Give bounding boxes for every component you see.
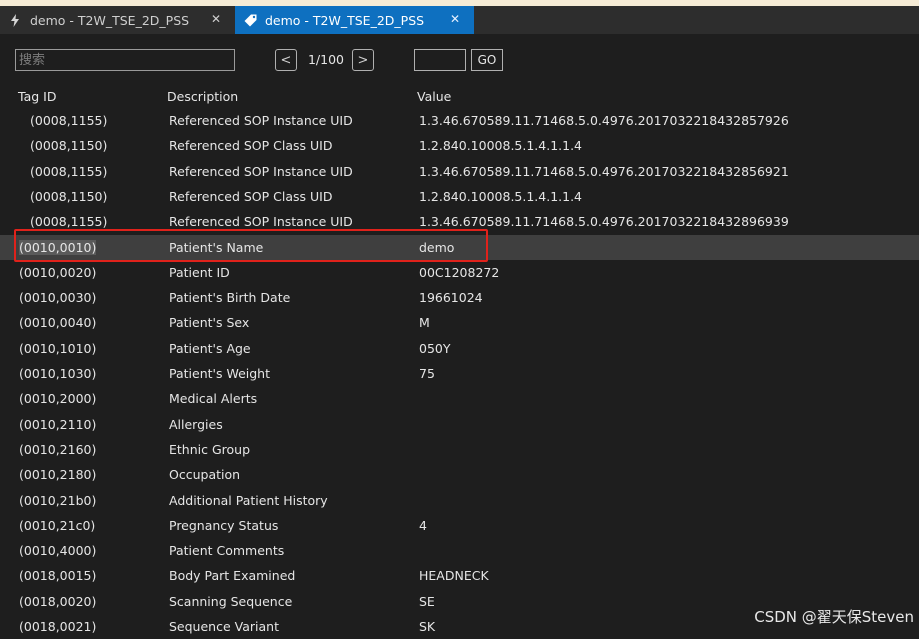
tab-demo-active[interactable]: demo - T2W_TSE_2D_PSS ✕: [235, 6, 474, 34]
cell-value: 19661024: [419, 290, 483, 306]
cell-tag-id: (0008,1150): [30, 138, 108, 154]
column-header-tag-id: Tag ID: [18, 89, 57, 104]
cell-description: Medical Alerts: [169, 391, 258, 407]
cell-tag-id: (0010,2110): [19, 416, 97, 432]
close-icon[interactable]: ✕: [211, 12, 221, 26]
cell-description: Patient's Weight: [169, 366, 270, 381]
cell-description: Patient Comments: [169, 543, 285, 559]
table-row[interactable]: (0010,0020) Patient ID 00C1208272: [0, 260, 919, 285]
cell-description: Patient ID: [169, 264, 230, 280]
tab-demo-inactive[interactable]: demo - T2W_TSE_2D_PSS ✕: [0, 6, 235, 34]
tab-label: demo - T2W_TSE_2D_PSS: [265, 12, 425, 28]
table-row[interactable]: (0010,21c0) Pregnancy Status 4: [0, 513, 919, 538]
cell-description: Ethnic Group: [169, 441, 251, 457]
cell-value: 1.2.840.10008.5.1.4.1.1.4: [419, 138, 583, 154]
cell-description: Occupation: [169, 467, 241, 483]
table-row[interactable]: (0008,1155) Referenced SOP Instance UID 1.…: [0, 159, 919, 184]
table-row[interactable]: (0010,21b0) Additional Patient History: [0, 488, 919, 513]
cell-value: 75: [419, 366, 435, 381]
cell-description: Scanning Sequence: [169, 593, 293, 609]
table-row[interactable]: (0010,1010) Patient's Age 050Y: [0, 336, 919, 361]
cell-value: HEADNECK: [419, 568, 489, 584]
chevron-left-icon: <: [280, 52, 292, 68]
cell-value: 1.3.46.670589.11.71468.5.0.4976.20170322…: [419, 214, 789, 230]
table-row[interactable]: (0010,4000) Patient Comments: [0, 538, 919, 563]
close-icon[interactable]: ✕: [450, 12, 460, 26]
toolbar: < 1/100 > GO: [0, 34, 919, 86]
table-row[interactable]: (0018,0015) Body Part Examined HEADNECK: [0, 563, 919, 588]
cell-description: Additional Patient History: [169, 492, 328, 508]
cell-description: Referenced SOP Class UID: [169, 138, 333, 154]
cell-description: Referenced SOP Instance UID: [169, 163, 353, 179]
watermark: CSDN @翟天保Steven: [754, 608, 914, 626]
cell-value: 00C1208272: [419, 264, 500, 280]
page-indicator: 1/100: [307, 52, 345, 67]
cell-value: 1.3.46.670589.11.71468.5.0.4976.20170322…: [419, 163, 789, 179]
table-row[interactable]: (0010,2180) Occupation: [0, 462, 919, 487]
cell-tag-id: (0008,1155): [30, 163, 108, 179]
highlight-box: [14, 229, 488, 262]
column-header-description: Description: [167, 89, 239, 104]
cell-tag-id: (0010,21b0): [19, 492, 97, 508]
table-row[interactable]: (0010,1030) Patient's Weight 75: [0, 361, 919, 386]
search-input[interactable]: [15, 49, 235, 71]
cell-description: Allergies: [169, 416, 223, 432]
cell-description: Referenced SOP Instance UID: [169, 214, 353, 230]
cell-tag-id: (0010,2180): [19, 467, 97, 483]
cell-tag-id: (0010,0020): [19, 264, 97, 280]
cell-tag-id: (0010,21c0): [19, 517, 96, 533]
cell-tag-id: (0010,1010): [19, 340, 97, 356]
cell-tag-id: (0008,1155): [30, 113, 108, 128]
cell-value: 1.3.46.670589.11.71468.5.0.4976.20170322…: [419, 113, 789, 128]
cell-description: Patient's Age: [169, 340, 251, 356]
column-header-value: Value: [417, 89, 452, 104]
cell-tag-id: (0010,1030): [19, 366, 97, 381]
cell-tag-id: (0010,2000): [19, 391, 97, 407]
tab-bar: demo - T2W_TSE_2D_PSS ✕ demo - T2W_TSE_2…: [0, 6, 919, 34]
prev-page-button[interactable]: <: [275, 49, 297, 71]
cell-value: SK: [419, 619, 436, 634]
tag-icon: [243, 14, 257, 27]
cell-description: Referenced SOP Class UID: [169, 188, 333, 204]
table-row[interactable]: (0008,1150) Referenced SOP Class UID 1.2.8…: [0, 133, 919, 158]
table-row[interactable]: (0010,2160) Ethnic Group: [0, 437, 919, 462]
table-header: Tag ID Description Value: [0, 86, 919, 108]
cell-description: Body Part Examined: [169, 568, 296, 584]
cell-description: Sequence Variant: [169, 619, 279, 634]
lightning-icon: [8, 13, 22, 27]
chevron-right-icon: >: [357, 52, 369, 68]
cell-tag-id: (0010,0030): [19, 290, 97, 306]
cell-value: SE: [419, 593, 435, 609]
table-row[interactable]: (0010,2000) Medical Alerts: [0, 386, 919, 411]
cell-tag-id: (0008,1155): [30, 214, 108, 230]
table-row[interactable]: (0008,1150) Referenced SOP Class UID 1.2.8…: [0, 184, 919, 209]
cell-description: Patient's Sex: [169, 315, 250, 331]
page-number-input[interactable]: [414, 49, 466, 71]
cell-tag-id: (0018,0021): [19, 619, 97, 634]
cell-value: 4: [419, 517, 427, 533]
table-row[interactable]: (0010,0030) Patient's Birth Date 19661024: [0, 285, 919, 310]
cell-tag-id: (0018,0020): [19, 593, 97, 609]
table-row[interactable]: (0008,1155) Referenced SOP Instance UID 1.…: [0, 108, 919, 133]
cell-tag-id: (0018,0015): [19, 568, 97, 584]
table-row[interactable]: (0010,0040) Patient's Sex M: [0, 310, 919, 335]
cell-tag-id: (0010,2160): [19, 441, 97, 457]
cell-description: Patient's Birth Date: [169, 290, 291, 306]
cell-tag-id: (0008,1150): [30, 188, 108, 204]
table-row[interactable]: (0010,2110) Allergies: [0, 412, 919, 437]
cell-tag-id: (0010,4000): [19, 543, 97, 559]
next-page-button[interactable]: >: [352, 49, 374, 71]
cell-value: 050Y: [419, 340, 451, 356]
tab-label: demo - T2W_TSE_2D_PSS: [30, 12, 190, 28]
cell-value: 1.2.840.10008.5.1.4.1.1.4: [419, 188, 583, 204]
cell-description: Pregnancy Status: [169, 517, 279, 533]
cell-value: M: [419, 315, 430, 331]
cell-tag-id: (0010,0040): [19, 315, 97, 331]
cell-description: Referenced SOP Instance UID: [169, 113, 353, 128]
go-button[interactable]: GO: [471, 49, 503, 71]
